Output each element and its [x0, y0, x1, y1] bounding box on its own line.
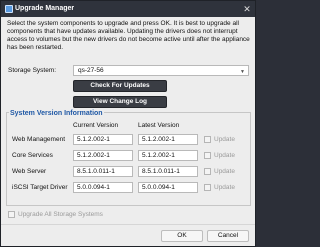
- ok-button[interactable]: OK: [161, 230, 203, 242]
- component-name: Core Services: [12, 152, 53, 159]
- current-version-field: 5.1.2.002-1: [73, 134, 133, 145]
- chevron-down-icon: ▼: [240, 69, 245, 75]
- update-checkbox[interactable]: [204, 168, 211, 175]
- close-icon[interactable]: ✕: [242, 4, 252, 14]
- component-name: Web Server: [12, 168, 47, 175]
- update-label: Update: [214, 184, 235, 191]
- view-change-log-button[interactable]: View Change Log: [73, 96, 167, 108]
- storage-system-value: qs-27-56: [78, 67, 104, 74]
- latest-version-field: 5.1.2.002-1: [138, 134, 198, 145]
- dialog-title: Upgrade Manager: [15, 5, 75, 12]
- title-bar: Upgrade Manager ✕: [1, 1, 255, 17]
- version-info-title: System Version Information: [9, 110, 104, 117]
- component-name: Web Management: [12, 136, 65, 143]
- latest-version-field: 5.0.0.094-1: [138, 182, 198, 193]
- storage-system-label: Storage System:: [8, 67, 57, 74]
- check-for-updates-button[interactable]: Check For Updates: [73, 80, 167, 92]
- footer-divider: [1, 224, 255, 225]
- current-version-field: 8.5.1.0.011-1: [73, 166, 133, 177]
- app-icon: [5, 5, 13, 13]
- update-label: Update: [214, 136, 235, 143]
- component-name: iSCSI Target Driver: [12, 184, 68, 191]
- current-version-field: 5.0.0.094-1: [73, 182, 133, 193]
- latest-version-header: Latest Version: [138, 122, 180, 129]
- update-checkbox[interactable]: [204, 136, 211, 143]
- upgrade-all-checkbox[interactable]: [8, 211, 15, 218]
- update-checkbox[interactable]: [204, 152, 211, 159]
- update-checkbox[interactable]: [204, 184, 211, 191]
- intro-text: Select the system components to upgrade …: [7, 20, 250, 51]
- latest-version-field: 5.1.2.002-1: [138, 150, 198, 161]
- current-version-field: 5.1.2.002-1: [73, 150, 133, 161]
- cancel-button[interactable]: Cancel: [207, 230, 249, 242]
- storage-system-select[interactable]: qs-27-56 ▼: [73, 65, 249, 76]
- update-label: Update: [214, 168, 235, 175]
- upgrade-manager-dialog: Upgrade Manager ✕ Select the system comp…: [0, 0, 256, 247]
- upgrade-all-label: Upgrade All Storage Systems: [18, 211, 103, 218]
- update-label: Update: [214, 152, 235, 159]
- current-version-header: Current Version: [73, 122, 119, 129]
- latest-version-field: 8.5.1.0.011-1: [138, 166, 198, 177]
